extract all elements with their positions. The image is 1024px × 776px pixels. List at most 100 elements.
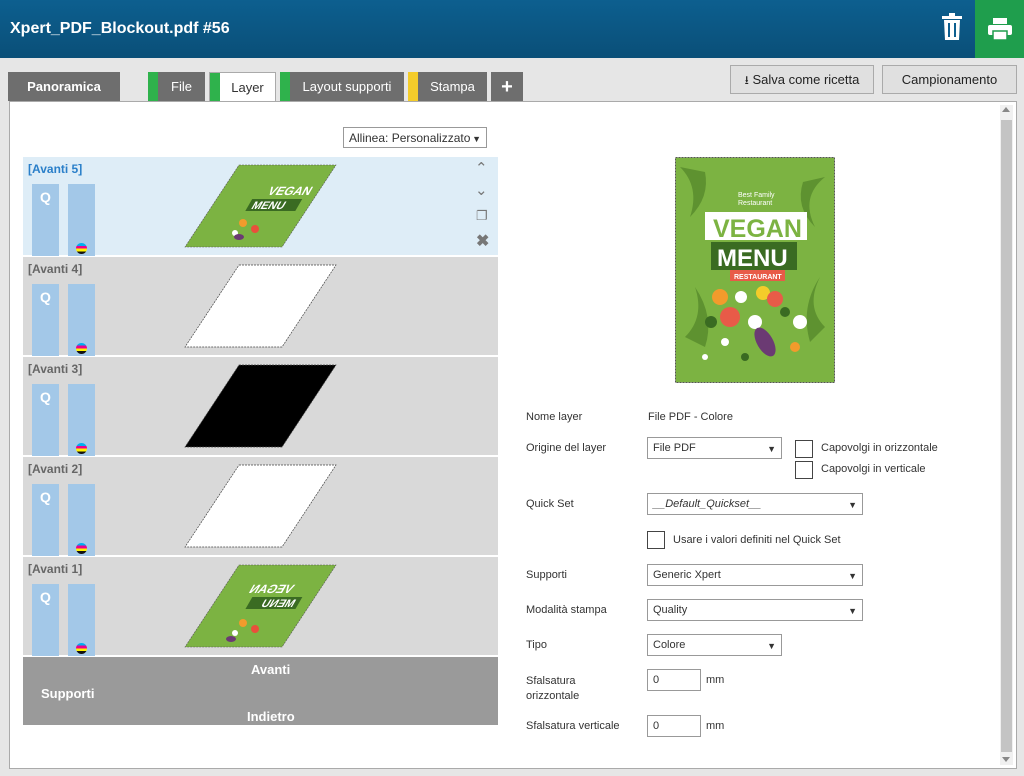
use-quickset-label: Usare i valori definiti nel Quick Set (673, 534, 841, 546)
chevron-down-icon: ▼ (472, 134, 481, 144)
cmyk-icon (76, 543, 87, 554)
quality-badge: Q (32, 484, 59, 556)
layer-thumbnail (184, 364, 337, 448)
offset-horizontal-input[interactable]: 0 (647, 669, 701, 691)
scroll-up-icon[interactable] (1002, 107, 1010, 112)
tab-label: Panoramica (27, 79, 101, 94)
duplicate-icon[interactable]: ❐ (476, 208, 488, 224)
preview-text: Restaurant (738, 200, 772, 207)
scroll-down-icon[interactable] (1002, 757, 1010, 762)
tab-label: Stampa (430, 79, 475, 94)
print-mode-value: Quality (653, 604, 688, 616)
type-label: Tipo (526, 639, 547, 651)
chevron-down-icon: ▼ (848, 571, 857, 581)
tab-label: Layout supporti (302, 79, 392, 94)
quickset-select[interactable]: __Default_Quickset__ ▼ (647, 493, 863, 515)
flip-horizontal-label: Capovolgi in orizzontale (821, 442, 938, 454)
tab-status-marker (148, 72, 158, 101)
layer-row[interactable]: [Avanti 2] Q (23, 457, 498, 556)
sampling-button[interactable]: Campionamento (882, 65, 1017, 94)
offset-vertical-label: Sfalsatura verticale (526, 720, 620, 732)
layer-origin-label: Origine del layer (526, 442, 607, 454)
color-channel-badge (68, 284, 95, 356)
flip-vertical-label: Capovolgi in verticale (821, 463, 926, 475)
layer-name-label: Nome layer (526, 411, 583, 423)
vertical-scrollbar[interactable] (1000, 105, 1013, 765)
tab-label: File (171, 79, 192, 94)
chevron-down-icon: ▼ (767, 444, 776, 454)
layer-origin-value: File PDF (653, 442, 696, 454)
cmyk-icon (76, 643, 87, 654)
job-title: Xpert_PDF_Blockout.pdf #56 (10, 20, 230, 37)
offset-vertical-input[interactable]: 0 (647, 715, 701, 737)
layer-row[interactable]: [Avanti 1] Q VEGAN MENU (23, 557, 498, 656)
color-channel-badge (68, 484, 95, 556)
delete-icon[interactable]: ✖ (476, 231, 489, 251)
back-label[interactable]: Indietro (247, 709, 295, 724)
tab-media-layout[interactable]: Layout supporti (280, 72, 404, 101)
media-label: Supporti (526, 569, 567, 581)
cmyk-icon (76, 343, 87, 354)
offset-horizontal-unit: mm (706, 674, 725, 686)
color-channel-badge (68, 384, 95, 456)
preview-text: VEGAN (713, 215, 802, 243)
tab-layer[interactable]: Layer (209, 72, 276, 102)
flip-vertical-checkbox[interactable] (795, 461, 813, 479)
media-select[interactable]: Generic Xpert ▼ (647, 564, 863, 586)
layer-preview: Best Family Restaurant VEGAN MENU RESTAU… (675, 157, 835, 383)
layer-label: [Avanti 1] (28, 562, 83, 576)
type-select[interactable]: Colore ▼ (647, 634, 782, 656)
layer-label: [Avanti 3] (28, 362, 83, 376)
chevron-down-icon: ▼ (767, 641, 776, 651)
sampling-label: Campionamento (901, 72, 998, 87)
align-select[interactable]: Allinea: Personalizzato ▼ (343, 127, 487, 148)
layer-label: [Avanti 2] (28, 462, 83, 476)
offset-horizontal-label-line2: orizzontale (526, 690, 580, 702)
type-value: Colore (653, 639, 686, 651)
layer-origin-select[interactable]: File PDF ▼ (647, 437, 782, 459)
flip-horizontal-checkbox[interactable] (795, 440, 813, 458)
chevron-down-icon: ▼ (848, 606, 857, 616)
offset-horizontal-label-line1: Sfalsatura (526, 675, 576, 687)
download-icon: ⭳ (744, 73, 749, 87)
preview-text: MENU (717, 245, 788, 272)
use-quickset-checkbox[interactable] (647, 531, 665, 549)
preview-text: RESTAURANT (734, 274, 782, 281)
chevron-down-icon: ▼ (848, 500, 857, 510)
quality-badge: Q (32, 384, 59, 456)
tab-label: Layer (231, 80, 264, 95)
trash-icon[interactable] (940, 13, 964, 41)
front-label[interactable]: Avanti (251, 662, 290, 677)
align-select-value: Allinea: Personalizzato (349, 131, 471, 145)
printer-icon (988, 18, 1012, 40)
move-down-icon[interactable]: ⌄ (475, 181, 488, 199)
tab-print[interactable]: Stampa (408, 72, 487, 101)
cmyk-icon (76, 243, 87, 254)
preview-text: Best Family (738, 192, 775, 199)
layer-thumbnail: VEGAN MENU (184, 164, 337, 248)
color-channel-badge (68, 184, 95, 256)
tab-overview[interactable]: Panoramica (8, 72, 120, 101)
print-button[interactable] (975, 0, 1024, 58)
layer-row[interactable]: [Avanti 5] Q VEGAN MENU ⌃ ⌄ ❐ ✖ (23, 157, 498, 256)
print-mode-select[interactable]: Quality ▼ (647, 599, 863, 621)
layer-thumbnail: VEGAN MENU (184, 564, 337, 648)
move-up-icon[interactable]: ⌃ (475, 159, 488, 177)
add-tab-button[interactable]: + (491, 72, 523, 101)
svg-text:VEGAN: VEGAN (246, 582, 297, 596)
layer-name-value: File PDF - Colore (648, 411, 733, 423)
scroll-thumb[interactable] (1001, 120, 1012, 752)
quality-badge: Q (32, 284, 59, 356)
plus-icon: + (501, 76, 513, 98)
tab-status-marker (408, 72, 418, 101)
save-as-recipe-button[interactable]: ⭳ Salva come ricetta (730, 65, 874, 94)
quickset-value: __Default_Quickset__ (653, 498, 762, 510)
tab-status-marker (210, 73, 220, 102)
layer-label: [Avanti 5] (28, 162, 83, 176)
layer-thumbnail (184, 264, 337, 348)
layer-row[interactable]: [Avanti 4] Q (23, 257, 498, 356)
layer-row[interactable]: [Avanti 3] Q (23, 357, 498, 456)
tab-file[interactable]: File (148, 72, 205, 101)
offset-vertical-unit: mm (706, 720, 725, 732)
quickset-label: Quick Set (526, 498, 574, 510)
